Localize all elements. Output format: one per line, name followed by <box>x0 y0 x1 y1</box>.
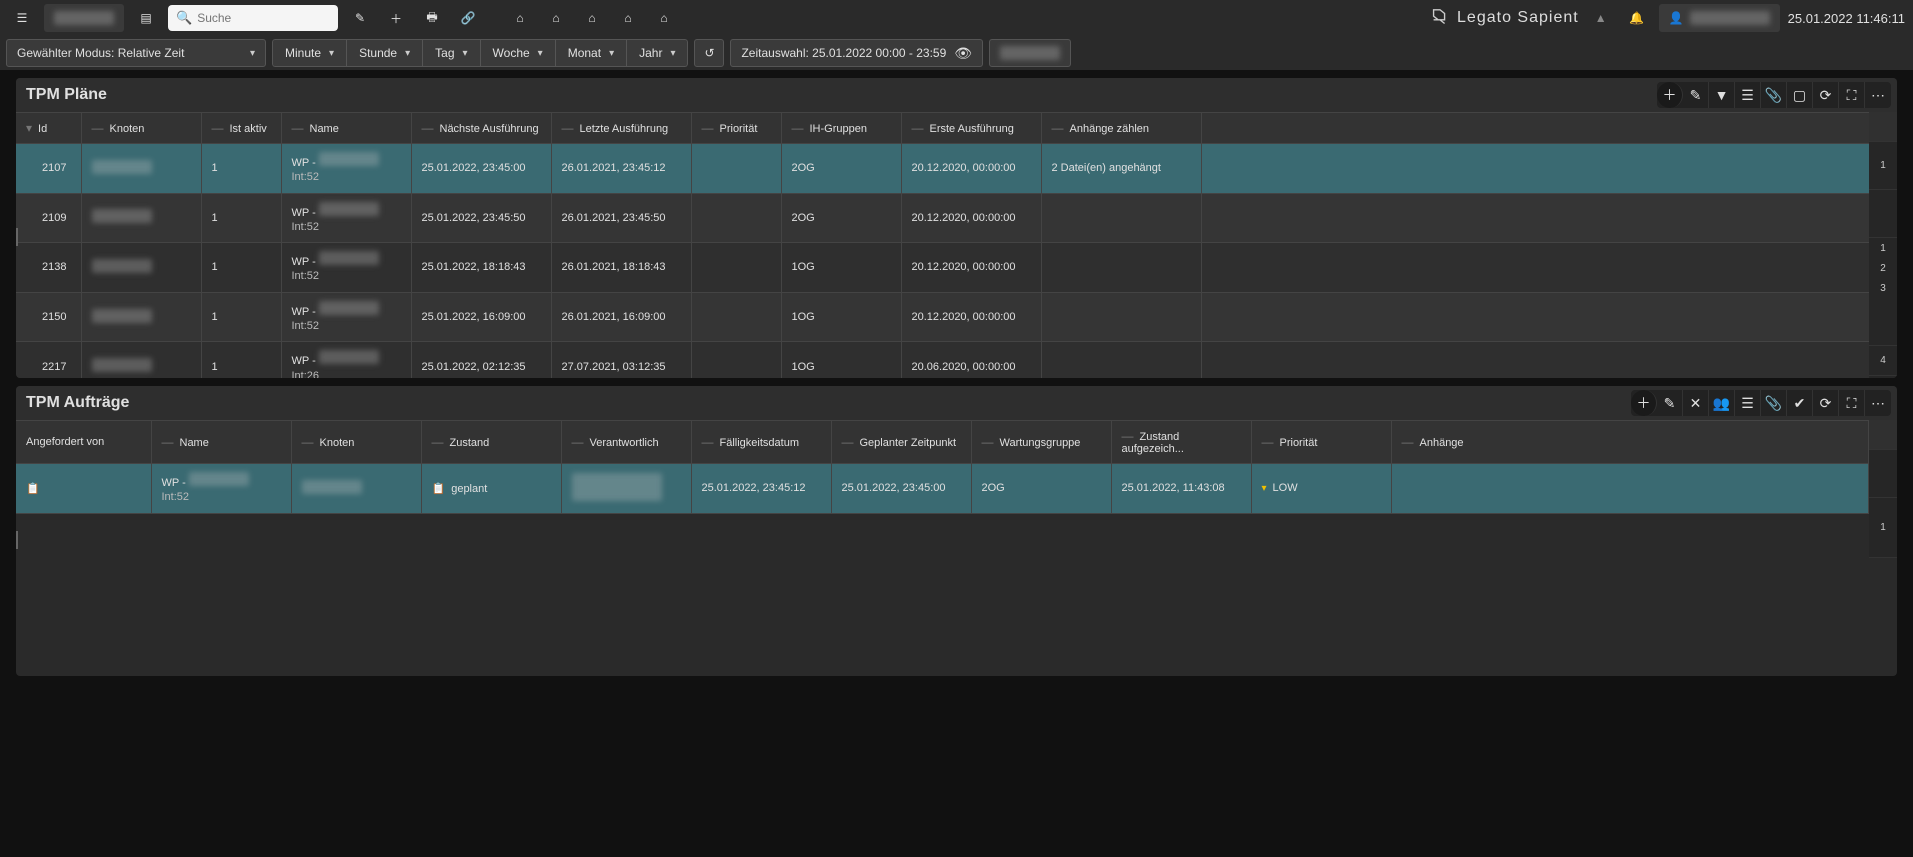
tool-add-icon[interactable]: ＋ <box>1631 390 1657 416</box>
home-icon-2[interactable]: ⌂ <box>542 4 570 32</box>
col-aktiv[interactable]: —Ist aktiv <box>201 113 281 144</box>
tpm-plane-panel: TPM Pläne ＋ ✎ ▼ ☰ 📎 ▢ ⟳ ⛶ ⋯ ▾Id —Knoten … <box>16 78 1897 378</box>
warning-icon[interactable]: ▲ <box>1587 4 1615 32</box>
time-selection[interactable]: Zeitauswahl: 25.01.2022 00:00 - 23:59 👁 <box>730 39 983 67</box>
table-row[interactable]: 21091WP - Int:5225.01.2022, 23:45:5026.0… <box>16 193 1869 243</box>
panel2-tools: ＋ ✎ ✕ 👥 ☰ 📎 ✔ ⟳ ⛶ ⋯ <box>1631 390 1891 416</box>
top-bar: ☰ ▤ 🔍 ✎ ＋ 🖶 🔗 ⌂ ⌂ ⌂ ⌂ ⌂ Legato Sapient ▲… <box>0 0 1913 36</box>
bell-icon[interactable]: 🔔 <box>1623 4 1651 32</box>
print-icon[interactable]: 🖶 <box>418 4 446 32</box>
tool-refresh-icon[interactable]: ⟳ <box>1813 82 1839 108</box>
time-tag[interactable]: Tag▾ <box>423 39 480 67</box>
panel-title: TPM Aufträge <box>26 394 129 412</box>
person-icon: 👤 <box>1669 11 1684 25</box>
col-last[interactable]: —Letzte Ausführung <box>551 113 691 144</box>
table-header-row: Angefordert von —Name —Knoten —Zustand —… <box>16 421 1869 464</box>
col-angefordert[interactable]: Angefordert von <box>16 421 151 464</box>
home-icon-3[interactable]: ⌂ <box>578 4 606 32</box>
time-woche[interactable]: Woche▾ <box>481 39 556 67</box>
col-prio[interactable]: —Priorität <box>1251 421 1391 464</box>
col-due[interactable]: —Fälligkeitsdatum <box>691 421 831 464</box>
col-att[interactable]: —Anhänge zählen <box>1041 113 1201 144</box>
tool-more-icon[interactable]: ⋯ <box>1865 390 1891 416</box>
datetime-display: 25.01.2022 11:46:11 <box>1788 11 1905 26</box>
time-stunde[interactable]: Stunde▾ <box>347 39 423 67</box>
col-recorded[interactable]: —Zustand aufgezeich... <box>1111 421 1251 464</box>
tool-close-icon[interactable]: ✕ <box>1683 390 1709 416</box>
tool-edit-icon[interactable]: ✎ <box>1683 82 1709 108</box>
col-zustand[interactable]: —Zustand <box>421 421 561 464</box>
tool-filter-icon[interactable]: ▼ <box>1709 82 1735 108</box>
tool-list-icon[interactable]: ☰ <box>1735 82 1761 108</box>
table-row[interactable]: 21381WP - Int:5225.01.2022, 18:18:4326.0… <box>16 243 1869 293</box>
tpm-auftraege-table: Angefordert von —Name —Knoten —Zustand —… <box>16 420 1869 514</box>
panel2-side-strip: 1 <box>1869 420 1897 558</box>
col-spacer <box>1201 113 1869 144</box>
col-knoten[interactable]: —Knoten <box>291 421 421 464</box>
tool-check-icon[interactable]: ✔ <box>1787 390 1813 416</box>
home-icon-1[interactable]: ⌂ <box>506 4 534 32</box>
mode-dropdown[interactable]: Gewählter Modus: Relative Zeit▾ <box>6 39 266 67</box>
time-minute[interactable]: Minute▾ <box>272 39 347 67</box>
panel-title: TPM Pläne <box>26 86 107 104</box>
panel1-tools: ＋ ✎ ▼ ☰ 📎 ▢ ⟳ ⛶ ⋯ <box>1657 82 1891 108</box>
clipboard-icon: 📋 <box>26 483 40 495</box>
logo: Legato Sapient <box>1429 7 1579 29</box>
home-icon-4[interactable]: ⌂ <box>614 4 642 32</box>
tool-attach-icon[interactable]: 📎 <box>1761 390 1787 416</box>
col-verant[interactable]: —Verantwortlich <box>561 421 691 464</box>
history-icon[interactable]: ↺ <box>694 39 724 67</box>
col-name[interactable]: —Name <box>151 421 291 464</box>
time-jahr[interactable]: Jahr▾ <box>627 39 688 67</box>
tpm-plane-table: ▾Id —Knoten —Ist aktiv —Name —Nächste Au… <box>16 112 1869 378</box>
link-icon[interactable]: 🔗 <box>454 4 482 32</box>
table-row[interactable]: 22171WP - Int:2625.01.2022, 02:12:3527.0… <box>16 342 1869 378</box>
tool-refresh-icon[interactable]: ⟳ <box>1813 390 1839 416</box>
tool-fullscreen-icon[interactable]: ⛶ <box>1839 390 1865 416</box>
add-icon[interactable]: ＋ <box>382 4 410 32</box>
table-row[interactable]: 📋WP - Int:52📋geplant25.01.2022, 23:45:12… <box>16 464 1869 514</box>
table-header-row: ▾Id —Knoten —Ist aktiv —Name —Nächste Au… <box>16 113 1869 144</box>
top-user-chip[interactable] <box>44 4 124 32</box>
col-first[interactable]: —Erste Ausführung <box>901 113 1041 144</box>
priority-indicator-icon: ▾ <box>1262 483 1267 494</box>
time-monat[interactable]: Monat▾ <box>556 39 627 67</box>
time-toolbar: Gewählter Modus: Relative Zeit▾ Minute▾ … <box>0 36 1913 70</box>
eye-icon: 👁 <box>954 45 972 62</box>
col-ih[interactable]: —IH-Gruppen <box>781 113 901 144</box>
tool-fullscreen-icon[interactable]: ⛶ <box>1839 82 1865 108</box>
table-row[interactable]: 21501WP - Int:5225.01.2022, 16:09:0026.0… <box>16 292 1869 342</box>
search-input[interactable]: 🔍 <box>168 5 338 31</box>
tool-edit-icon[interactable]: ✎ <box>1657 390 1683 416</box>
col-att[interactable]: —Anhänge <box>1391 421 1869 464</box>
tool-more-icon[interactable]: ⋯ <box>1865 82 1891 108</box>
clipboard-icon: 📋 <box>432 483 446 495</box>
table-row[interactable]: 21071WP - Int:5225.01.2022, 23:45:0026.0… <box>16 144 1869 194</box>
edit-icon[interactable]: ✎ <box>346 4 374 32</box>
search-icon: 🔍 <box>176 10 192 26</box>
home-icon-5[interactable]: ⌂ <box>650 4 678 32</box>
menu-icon[interactable]: ☰ <box>8 4 36 32</box>
col-wg[interactable]: —Wartungsgruppe <box>971 421 1111 464</box>
col-name[interactable]: —Name <box>281 113 411 144</box>
tool-window-icon[interactable]: ▢ <box>1787 82 1813 108</box>
tool-attach-icon[interactable]: 📎 <box>1761 82 1787 108</box>
col-next[interactable]: —Nächste Ausführung <box>411 113 551 144</box>
chevron-down-icon: ▾ <box>250 48 255 59</box>
tool-assign-icon[interactable]: 👥 <box>1709 390 1735 416</box>
tpm-auftraege-panel: TPM Aufträge ＋ ✎ ✕ 👥 ☰ 📎 ✔ ⟳ ⛶ ⋯ Angefor… <box>16 386 1897 676</box>
tool-list-icon[interactable]: ☰ <box>1735 390 1761 416</box>
library-icon[interactable]: ▤ <box>132 4 160 32</box>
panel1-side-strip: 11234 <box>1869 112 1897 378</box>
col-knoten[interactable]: —Knoten <box>81 113 201 144</box>
user-menu[interactable]: 👤 <box>1659 4 1780 32</box>
col-id[interactable]: ▾Id <box>16 113 81 144</box>
extra-action[interactable] <box>989 39 1071 67</box>
col-planned[interactable]: —Geplanter Zeitpunkt <box>831 421 971 464</box>
col-prio[interactable]: —Priorität <box>691 113 781 144</box>
tool-add-icon[interactable]: ＋ <box>1657 82 1683 108</box>
